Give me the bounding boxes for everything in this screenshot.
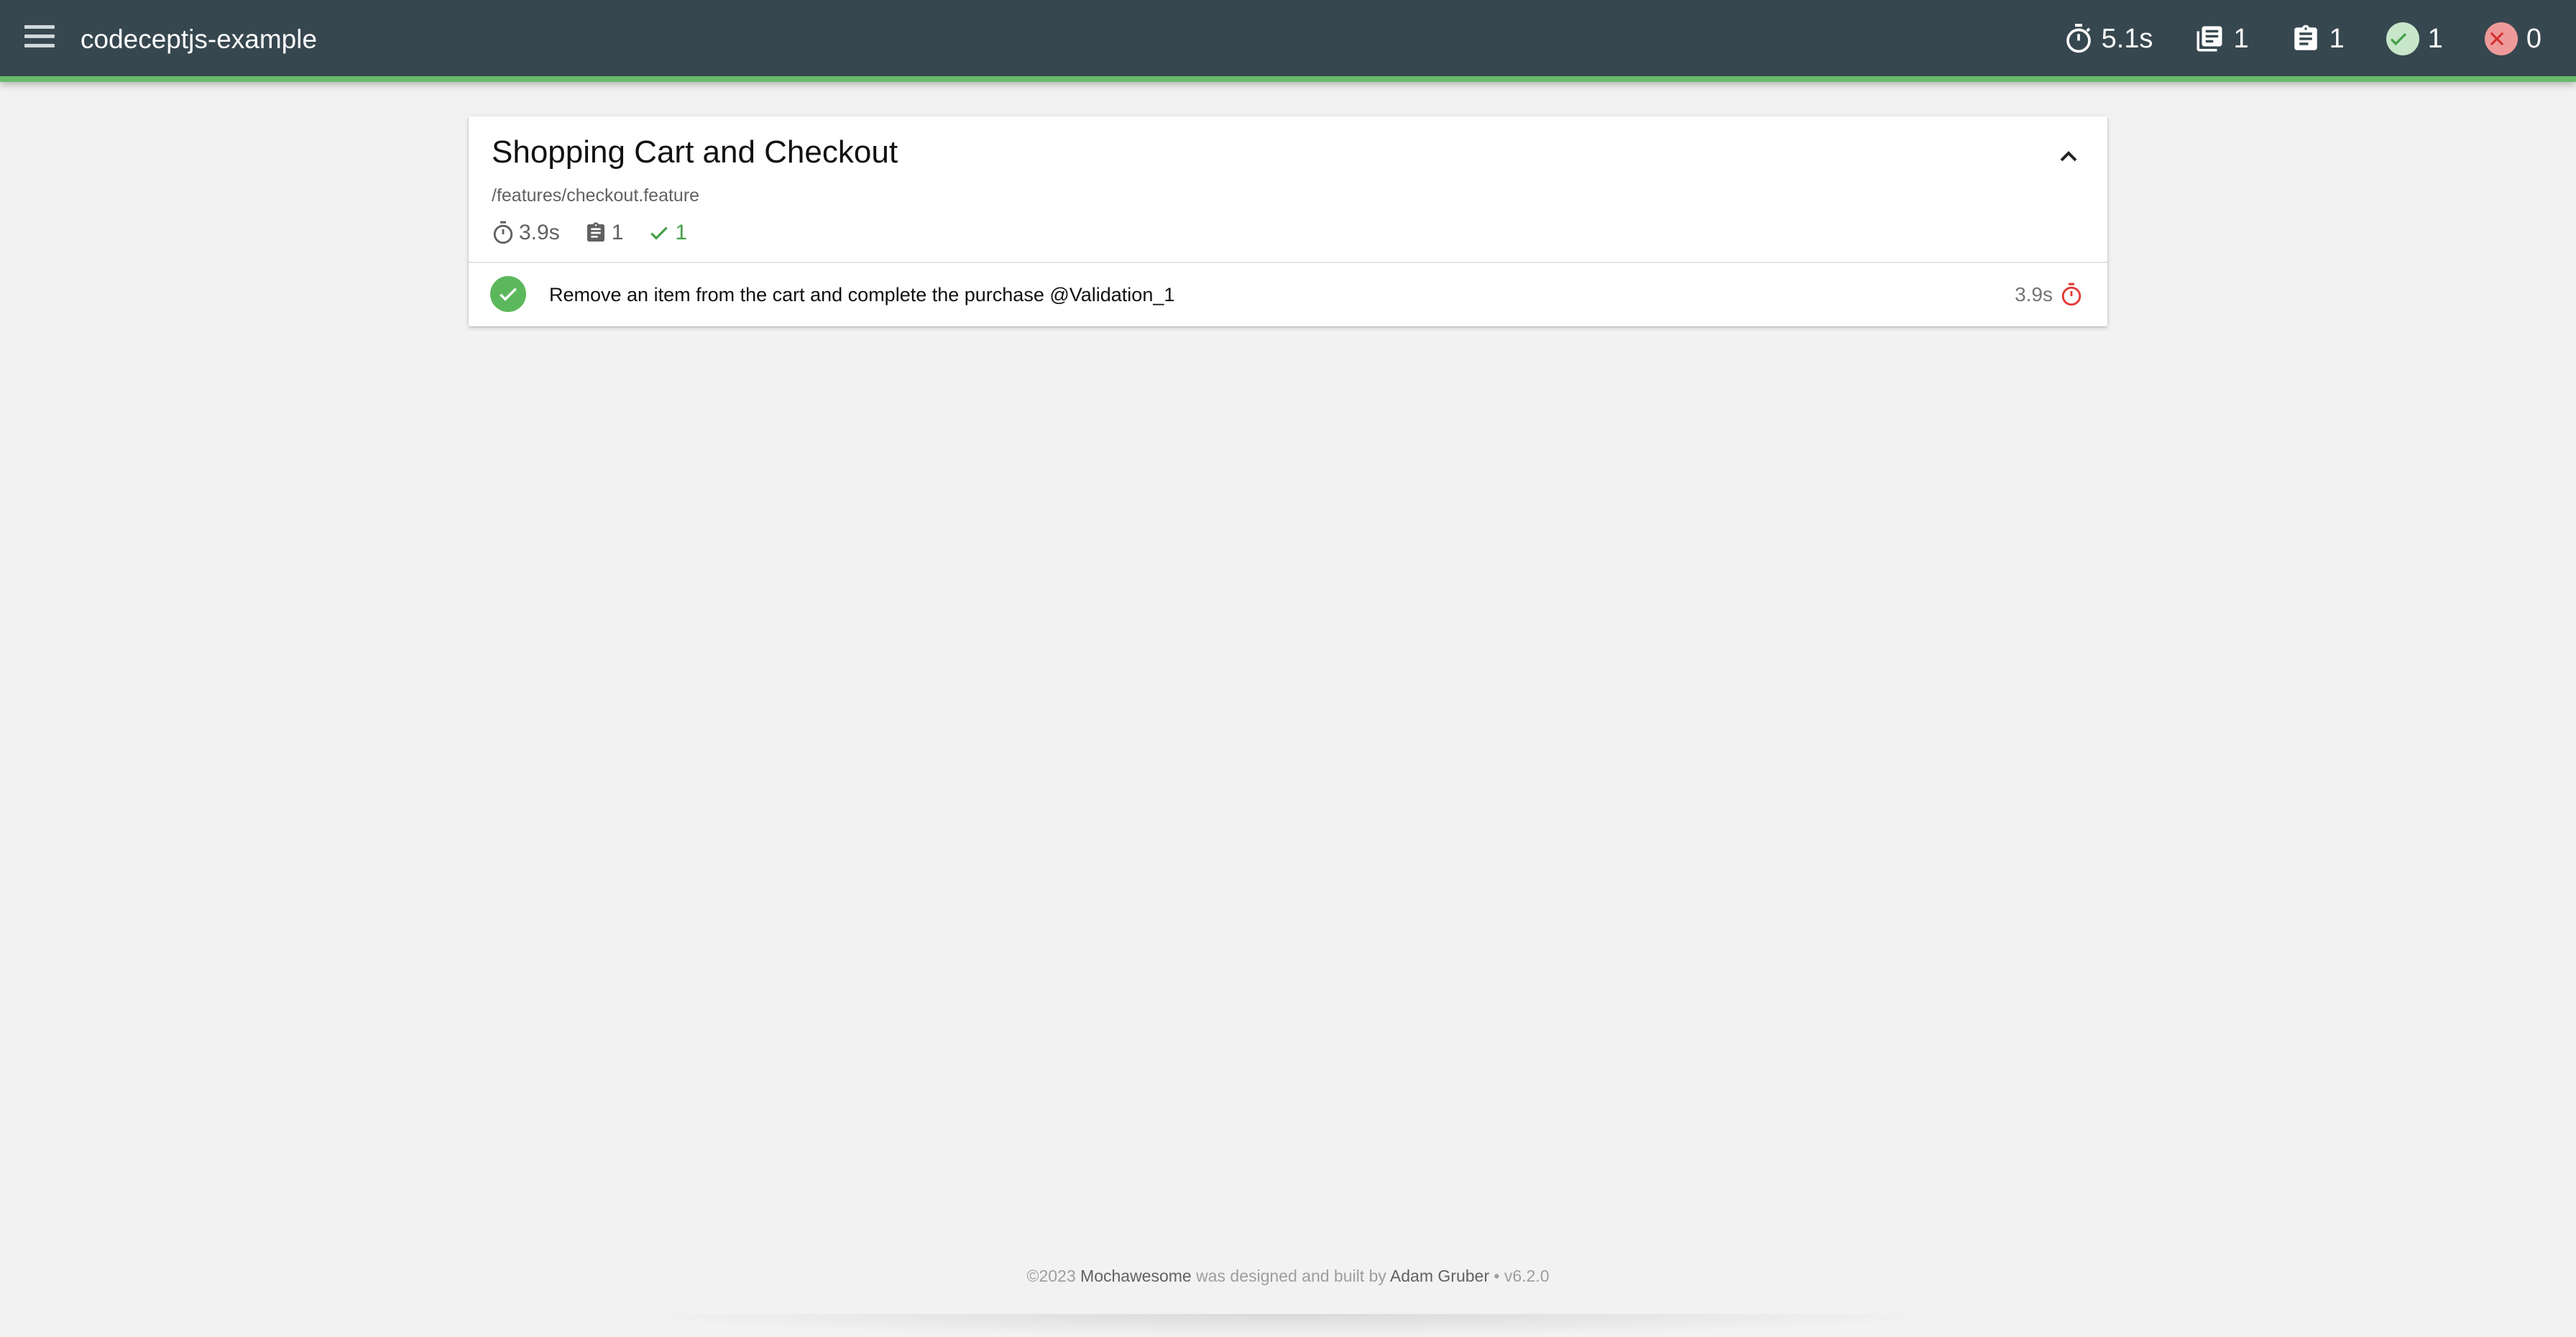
footer-version: v6.2.0 [1504, 1267, 1550, 1285]
footer-shadow [618, 1314, 1955, 1337]
summary-failures-value: 0 [2526, 23, 2542, 54]
report-title[interactable]: codeceptjs-example [80, 22, 317, 58]
author-link[interactable]: Adam Gruber [1390, 1267, 1489, 1285]
check-icon [650, 226, 668, 240]
suite-card: Shopping Cart and Checkout /features/che… [469, 116, 2107, 326]
mochawesome-link[interactable]: Mochawesome [1080, 1267, 1192, 1285]
test-duration-value: 3.9s [2015, 283, 2053, 305]
footer-separator: • [1494, 1267, 1500, 1285]
top-navbar: codeceptjs-example 5.1s 1 1 1 0 [0, 0, 2576, 82]
summary-failures[interactable]: 0 [2484, 22, 2542, 55]
failed-x-icon [2484, 22, 2518, 55]
test-row[interactable]: Remove an item from the cart and complet… [469, 263, 2107, 326]
test-duration: 3.9s [2015, 279, 2083, 311]
footer-copyright: ©2023 [1026, 1267, 1076, 1285]
clipboard-icon [2294, 24, 2317, 50]
test-title: Remove an item from the cart and complet… [549, 284, 1175, 305]
slow-stopwatch-icon [2061, 282, 2082, 306]
suite-duration-value: 3.9s [519, 221, 560, 244]
suite-tests: 1 [584, 221, 624, 245]
stopwatch-icon [2066, 24, 2091, 53]
suite-duration: 3.9s [492, 221, 560, 245]
hamburger-menu-icon[interactable] [24, 25, 55, 51]
passed-check-icon [2386, 22, 2419, 55]
summary-suites[interactable]: 1 [2194, 23, 2249, 55]
summary-suites-value: 1 [2233, 23, 2249, 54]
suite-title: Shopping Cart and Checkout [492, 134, 898, 170]
footer: ©2023 Mochawesome was designed and built… [0, 1265, 2576, 1287]
summary-duration[interactable]: 5.1s [2064, 23, 2153, 55]
footer-text: was designed and built by [1196, 1267, 1386, 1285]
stopwatch-icon [493, 221, 513, 244]
clipboard-icon [586, 222, 604, 242]
summary-tests[interactable]: 1 [2291, 23, 2345, 55]
summary-stats: 5.1s 1 1 1 0 [2023, 19, 2542, 59]
summary-passes-value: 1 [2427, 23, 2443, 54]
summary-passes[interactable]: 1 [2386, 22, 2443, 55]
passed-check-icon [490, 276, 526, 312]
suite-file-path: /features/checkout.feature [492, 185, 700, 206]
suite-passes: 1 [648, 221, 687, 245]
suite-passes-value: 1 [675, 221, 688, 244]
suite-stats: 3.9s 1 1 [492, 217, 712, 249]
library-books-icon [2196, 26, 2222, 52]
chevron-up-icon[interactable] [2054, 142, 2083, 171]
summary-tests-value: 1 [2329, 23, 2345, 54]
suite-tests-value: 1 [611, 221, 624, 244]
summary-duration-value: 5.1s [2101, 23, 2153, 54]
